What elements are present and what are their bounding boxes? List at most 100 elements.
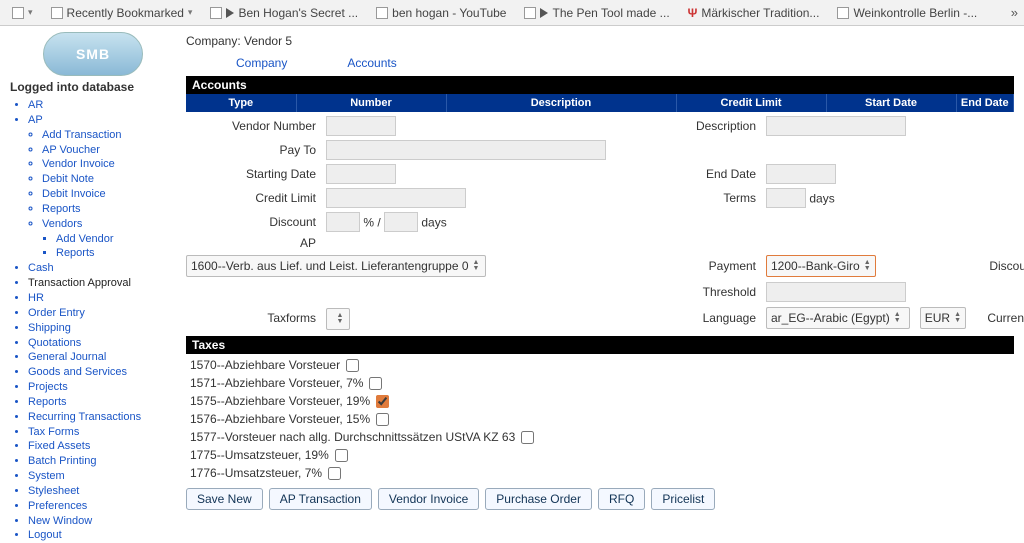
tax-1575-label: 1575--Abziehbare Vorsteuer, 19% <box>190 394 370 408</box>
nav-reports-3[interactable]: Reports <box>28 395 176 410</box>
bookmark-hogan-secret[interactable]: Ben Hogan's Secret ... <box>204 4 364 22</box>
ap-transaction-button[interactable]: AP Transaction <box>269 488 372 510</box>
nav-new-window[interactable]: New Window <box>28 514 176 529</box>
purchase-order-button[interactable]: Purchase Order <box>485 488 592 510</box>
nav-vendors-reports[interactable]: Reports <box>56 246 176 261</box>
payment-select[interactable]: 1200--Bank-Giro▲▼ <box>766 255 876 277</box>
nav-tax-forms[interactable]: Tax Forms <box>28 425 176 440</box>
subtabs: Company Accounts <box>186 56 1014 70</box>
nav-ap[interactable]: AP Add Transaction AP Voucher Vendor Inv… <box>28 113 176 261</box>
nav-vendors[interactable]: Vendors Add Vendor Reports <box>42 217 176 262</box>
label-payment: Payment <box>626 259 766 273</box>
label-pct-days: % / <box>363 216 384 230</box>
section-accounts-header: Accounts <box>186 76 1014 94</box>
rfq-button[interactable]: RFQ <box>598 488 645 510</box>
nav-ap-voucher[interactable]: AP Voucher <box>42 143 176 158</box>
vendor-invoice-button[interactable]: Vendor Invoice <box>378 488 479 510</box>
starting-date-field[interactable] <box>326 164 396 184</box>
bookmark-markischer[interactable]: ΨMärkischer Tradition... <box>682 4 826 22</box>
label-pay-to: Pay To <box>186 143 326 157</box>
tax-1776-checkbox[interactable] <box>328 467 341 480</box>
nav-preferences[interactable]: Preferences <box>28 499 176 514</box>
nav-stylesheet[interactable]: Stylesheet <box>28 484 176 499</box>
main: Company: Vendor 5 Company Accounts Accou… <box>180 26 1024 510</box>
sidebar: SMB Logged into database AR AP Add Trans… <box>0 26 180 510</box>
bookmark-recently[interactable]: Recently Bookmarked▾ <box>45 4 199 22</box>
currency-select[interactable]: EUR▲▼ <box>920 307 966 329</box>
label-days: days <box>809 192 834 206</box>
label-vendor-number: Vendor Number <box>186 119 326 133</box>
discount-days-field[interactable] <box>384 212 418 232</box>
bookmark-weinkontrolle[interactable]: Weinkontrolle Berlin -... <box>831 4 983 22</box>
pay-to-field[interactable] <box>326 140 606 160</box>
nav-ar[interactable]: AR <box>28 98 176 113</box>
tax-1576-checkbox[interactable] <box>376 413 389 426</box>
bookmark-pen-tool[interactable]: The Pen Tool made ... <box>518 4 675 22</box>
nav-projects[interactable]: Projects <box>28 380 176 395</box>
nav-shipping[interactable]: Shipping <box>28 321 176 336</box>
end-date-field[interactable] <box>766 164 836 184</box>
pricelist-button[interactable]: Pricelist <box>651 488 715 510</box>
nav-recurring-transactions[interactable]: Recurring Transactions <box>28 410 176 425</box>
vendor-number-field[interactable] <box>326 116 396 136</box>
tab-company[interactable]: Company <box>236 56 287 70</box>
nav-goods-services[interactable]: Goods and Services <box>28 365 176 380</box>
bookmark-bar: ▾ Recently Bookmarked▾ Ben Hogan's Secre… <box>0 0 1024 26</box>
label-discount-2: Discount <box>966 259 1024 273</box>
credit-limit-field[interactable] <box>326 188 466 208</box>
tax-1775-label: 1775--Umsatzsteuer, 19% <box>190 448 329 462</box>
tax-1571-checkbox[interactable] <box>369 377 382 390</box>
nav-cash[interactable]: Cash <box>28 261 176 276</box>
accounts-column-headers: Type Number Description Credit Limit Sta… <box>186 94 1014 112</box>
nav-vendor-invoice[interactable]: Vendor Invoice <box>42 157 176 172</box>
nav-system[interactable]: System <box>28 469 176 484</box>
tax-1571-label: 1571--Abziehbare Vorsteuer, 7% <box>190 376 363 390</box>
label-threshold: Threshold <box>626 285 766 299</box>
bookmark-hogan-youtube[interactable]: ben hogan - YouTube <box>370 4 512 22</box>
company-line: Company: Vendor 5 <box>186 34 1014 48</box>
tax-1575-checkbox[interactable] <box>376 395 389 408</box>
tax-1577-label: 1577--Vorsteuer nach allg. Durchschnitts… <box>190 430 515 444</box>
logged-into-db-label: Logged into database <box>10 80 176 94</box>
tax-1776-label: 1776--Umsatzsteuer, 7% <box>190 466 322 480</box>
nav-batch-printing[interactable]: Batch Printing <box>28 454 176 469</box>
taxes-list: 1570--Abziehbare Vorsteuer 1571--Abziehb… <box>186 356 1014 482</box>
taxforms-select[interactable]: ▲▼ <box>326 308 350 330</box>
nav-general-journal[interactable]: General Journal <box>28 350 176 365</box>
nav-hr[interactable]: HR <box>28 291 176 306</box>
tax-1576-label: 1576--Abziehbare Vorsteuer, 15% <box>190 412 370 426</box>
tax-1570-checkbox[interactable] <box>346 359 359 372</box>
save-new-button[interactable]: Save New <box>186 488 263 510</box>
label-credit-limit: Credit Limit <box>186 191 326 205</box>
nav-fixed-assets[interactable]: Fixed Assets <box>28 439 176 454</box>
bookmark-overflow[interactable]: » <box>1011 5 1018 20</box>
label-description: Description <box>626 119 766 133</box>
nav-quotations[interactable]: Quotations <box>28 336 176 351</box>
nav-reports[interactable]: Reports <box>42 202 176 217</box>
nav-transaction-approval[interactable]: Transaction Approval <box>28 276 176 291</box>
nav-add-transaction[interactable]: Add Transaction <box>42 128 176 143</box>
language-select[interactable]: ar_EG--Arabic (Egypt)▲▼ <box>766 307 910 329</box>
tax-1775-checkbox[interactable] <box>335 449 348 462</box>
logo: SMB <box>43 32 143 76</box>
nav-add-vendor[interactable]: Add Vendor <box>56 232 176 247</box>
col-credit-limit: Credit Limit <box>676 94 826 112</box>
tax-1577-checkbox[interactable] <box>521 431 534 444</box>
section-taxes-header: Taxes <box>186 336 1014 354</box>
col-end-date: End Date <box>956 94 1014 112</box>
nav-debit-invoice[interactable]: Debit Invoice <box>42 187 176 202</box>
col-type: Type <box>186 94 296 112</box>
nav-order-entry[interactable]: Order Entry <box>28 306 176 321</box>
nav-logout[interactable]: Logout <box>28 528 176 543</box>
discount-pct-field[interactable] <box>326 212 360 232</box>
bookmark-home[interactable]: ▾ <box>6 5 39 21</box>
ap-select[interactable]: 1600--Verb. aus Lief. und Leist. Liefera… <box>186 255 486 277</box>
nav-debit-note[interactable]: Debit Note <box>42 172 176 187</box>
tab-accounts[interactable]: Accounts <box>347 56 396 70</box>
col-number: Number <box>296 94 446 112</box>
description-field[interactable] <box>766 116 906 136</box>
threshold-field[interactable] <box>766 282 906 302</box>
accounts-form: Vendor Number Description Pay To Startin… <box>186 116 1014 330</box>
label-ap: AP <box>186 236 326 250</box>
terms-field[interactable] <box>766 188 806 208</box>
